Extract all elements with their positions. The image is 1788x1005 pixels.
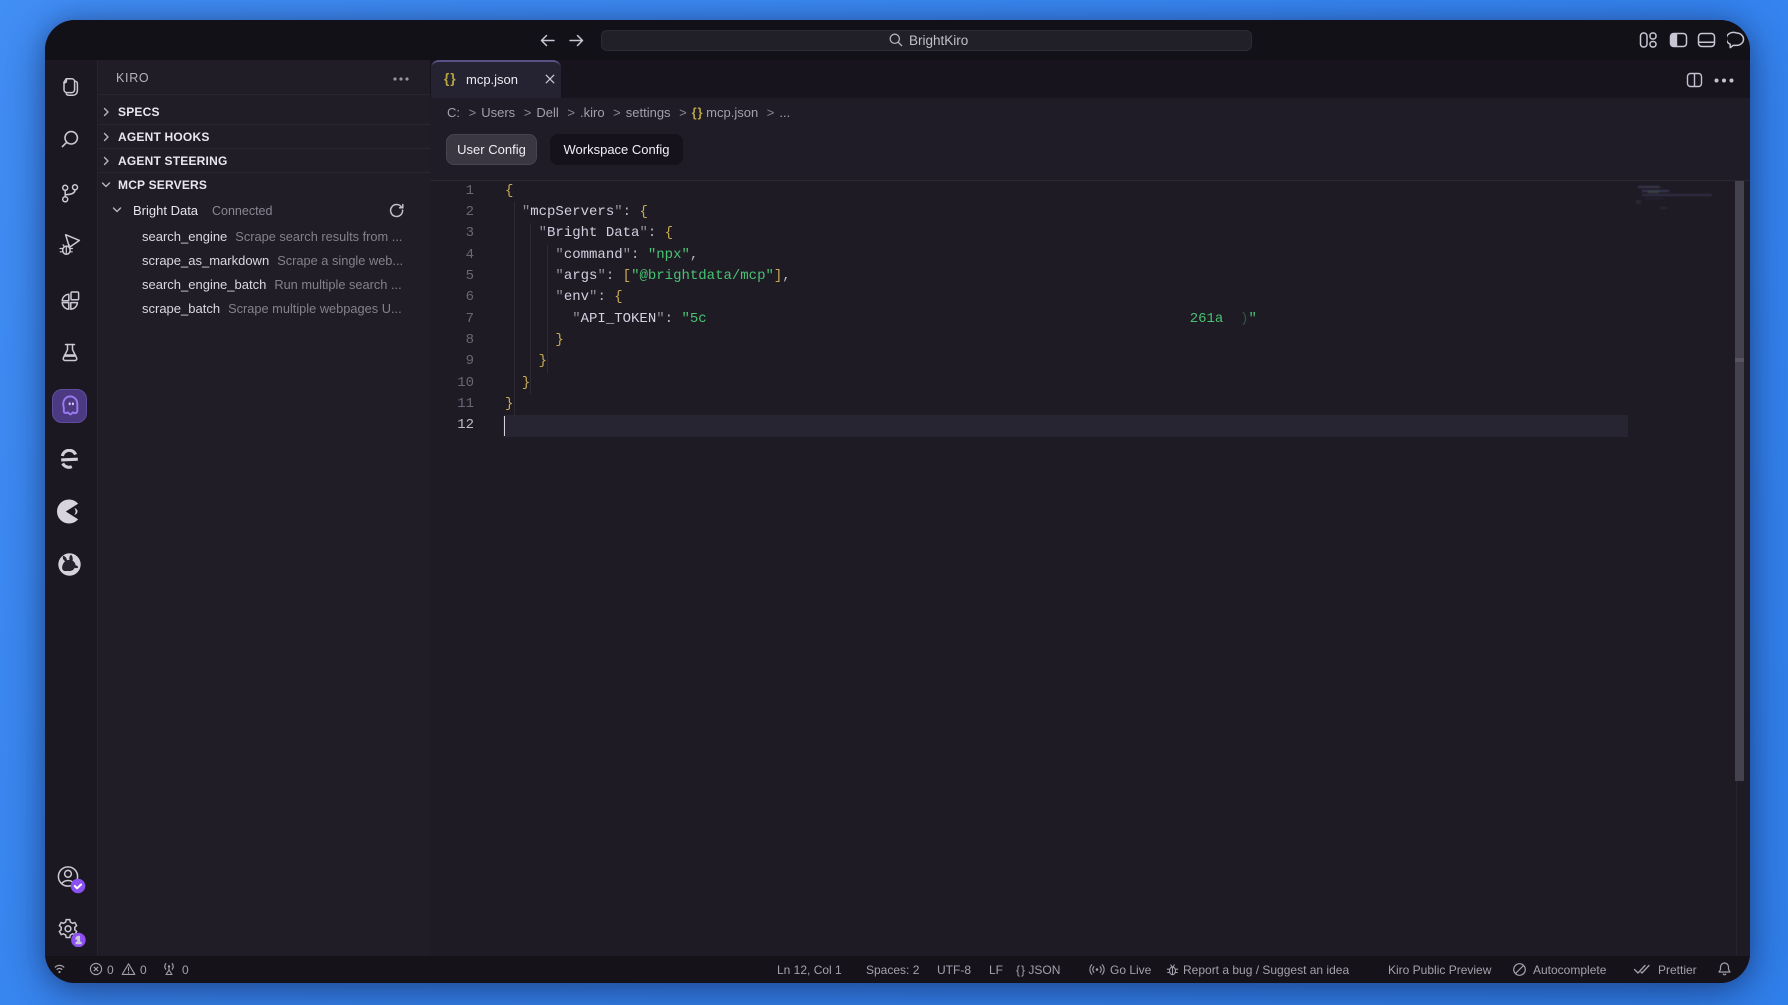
svg-text:1: 1 (76, 936, 82, 947)
